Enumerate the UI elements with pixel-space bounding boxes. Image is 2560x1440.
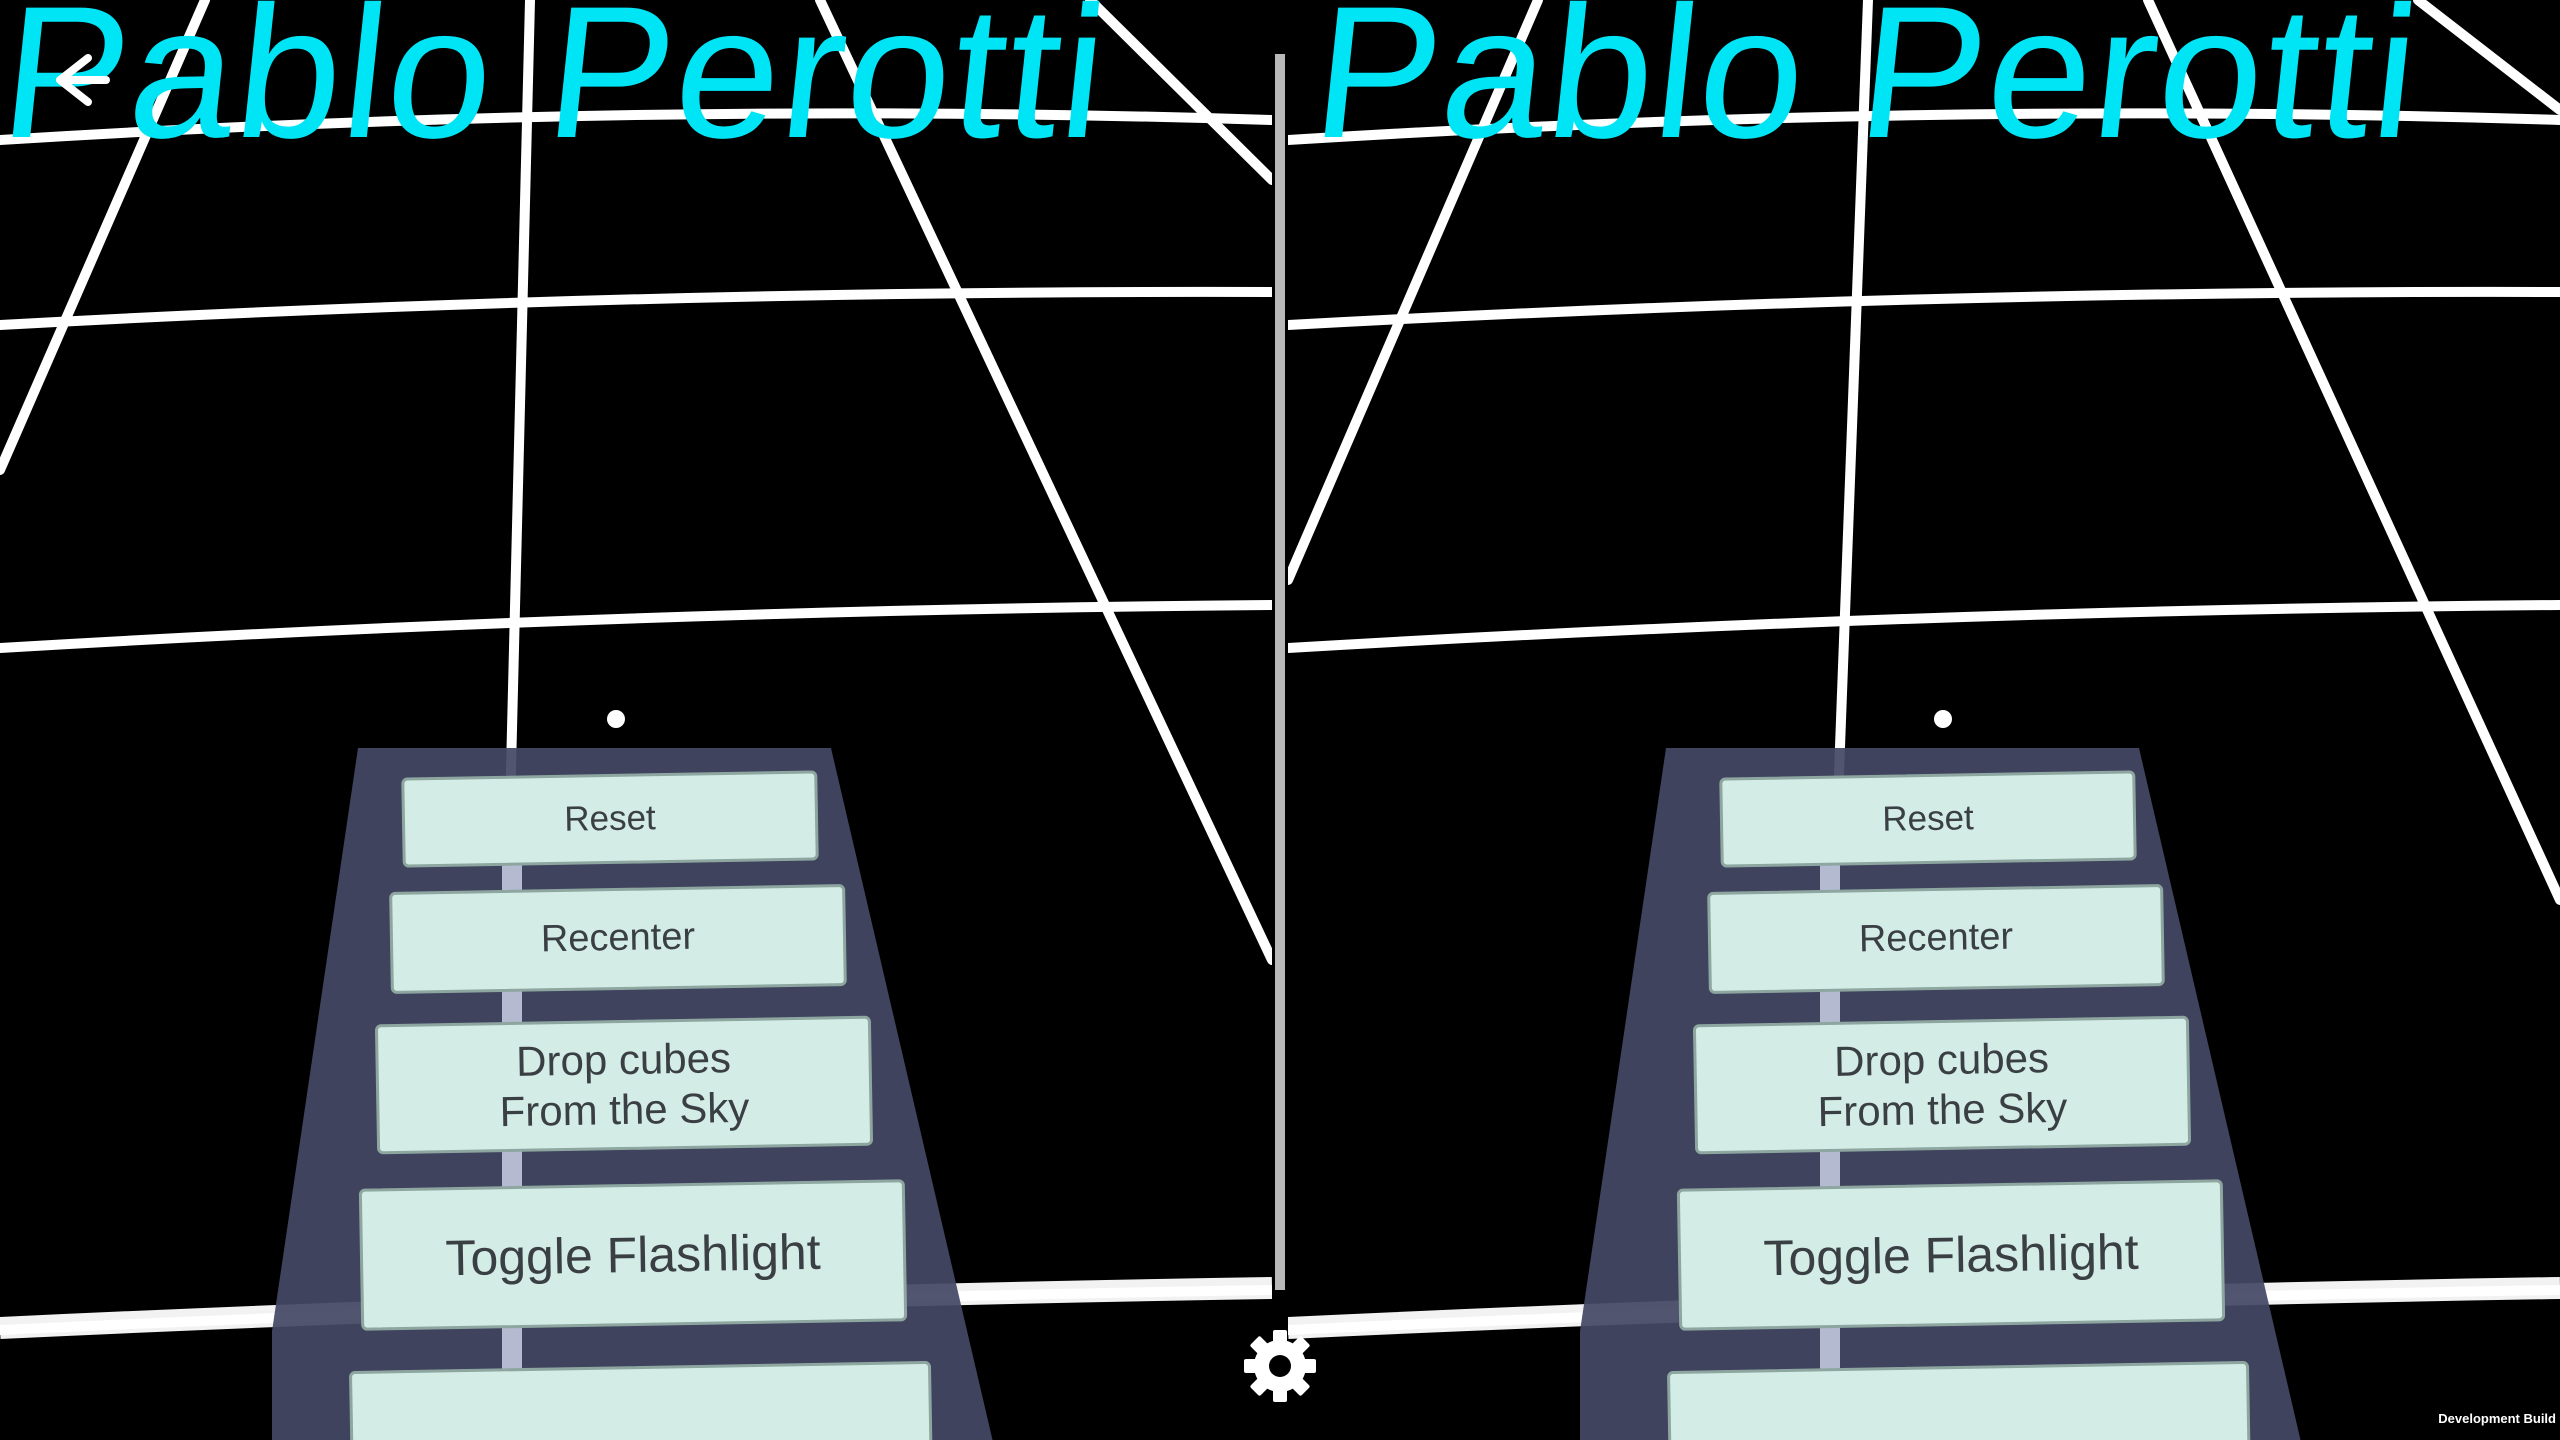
drop-cubes-label-line2: From the Sky (1817, 1083, 2068, 1136)
toggle-flashlight-button[interactable]: Toggle Flashlight (1676, 1179, 2226, 1331)
gaze-reticle (607, 710, 625, 728)
reset-button[interactable]: Reset (1719, 770, 2137, 868)
drop-cubes-button[interactable]: Drop cubes From the Sky (1692, 1015, 2192, 1155)
reset-button-label: Reset (1881, 798, 1975, 839)
drop-cubes-label-line1: Drop cubes (515, 1033, 732, 1085)
right-eye-view: Pablo Perotti Reset Recenter Drop cubes … (1288, 0, 2560, 1440)
drop-cubes-button[interactable]: Drop cubes From the Sky (374, 1015, 874, 1155)
recenter-button-label: Recenter (1858, 915, 2014, 961)
toggle-flashlight-label: Toggle Flashlight (1762, 1223, 2140, 1287)
toggle-flashlight-label: Toggle Flashlight (444, 1223, 822, 1287)
toggle-flashlight-button[interactable]: Toggle Flashlight (358, 1179, 908, 1331)
eye-divider (1275, 54, 1285, 1290)
world-title-text: Pablo Perotti (1304, 0, 2430, 177)
back-arrow-icon[interactable] (36, 40, 116, 120)
menu-button-partial[interactable] (1666, 1360, 2252, 1440)
recenter-button[interactable]: Recenter (389, 884, 847, 994)
vr-viewer-screen: Pablo Perotti Reset Recenter Drop cubes … (0, 0, 2560, 1440)
world-title-text: Pablo Perotti (0, 0, 1118, 177)
drop-cubes-label-line2: From the Sky (499, 1083, 750, 1136)
development-build-label: Development Build (2438, 1411, 2556, 1426)
left-eye-view: Pablo Perotti Reset Recenter Drop cubes … (0, 0, 1272, 1440)
gear-icon[interactable] (1242, 1328, 1318, 1404)
recenter-button[interactable]: Recenter (1707, 884, 2165, 994)
gaze-reticle (1934, 710, 1952, 728)
menu-button-partial[interactable] (348, 1360, 934, 1440)
reset-button[interactable]: Reset (401, 770, 819, 868)
reset-button-label: Reset (563, 798, 657, 839)
recenter-button-label: Recenter (540, 915, 696, 961)
drop-cubes-label-line1: Drop cubes (1833, 1033, 2050, 1085)
